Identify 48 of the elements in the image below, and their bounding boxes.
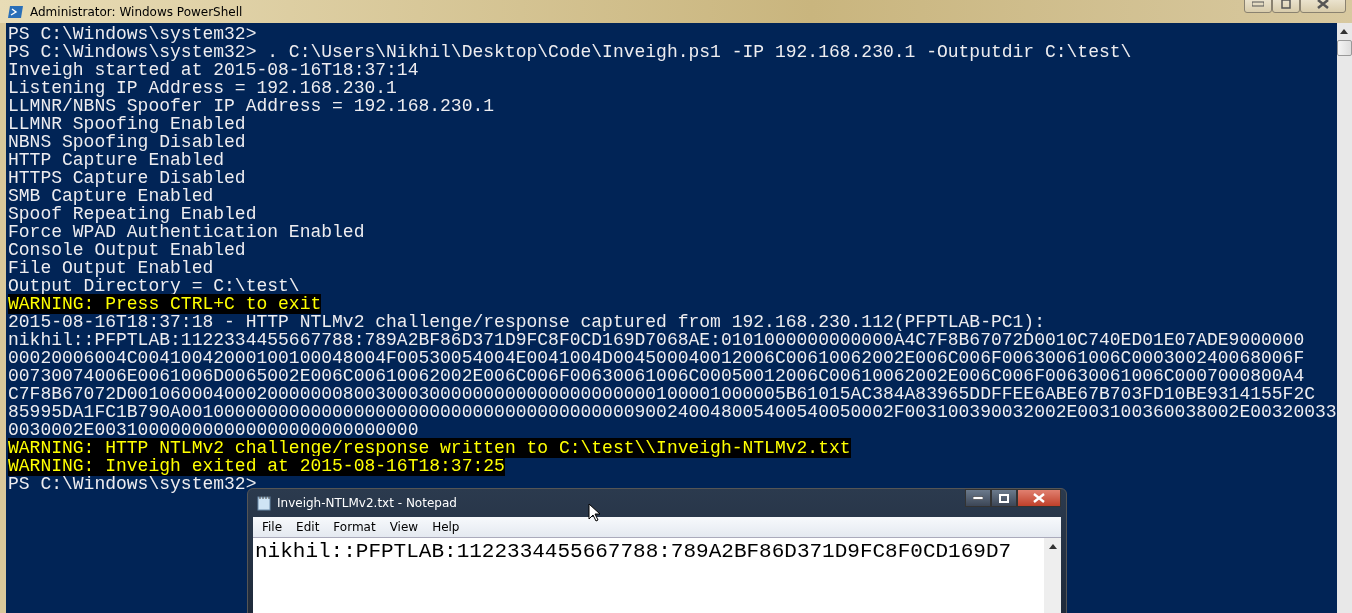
scroll-up-icon[interactable] (1048, 544, 1057, 549)
menu-item[interactable]: View (382, 520, 426, 534)
notepad-icon (257, 495, 271, 511)
console-line: Spoof Repeating Enabled (8, 204, 257, 224)
console-line: 0030002E003100000000000000000000000000 (8, 420, 419, 440)
console-line: 2015-08-16T18:37:18 - HTTP NTLMv2 challenge/response captured from 192.168.230.112(PFPTLAB-PC1): (8, 312, 1045, 332)
console-line: Force WPAD Authentication Enabled (8, 222, 365, 242)
scroll-thumb[interactable] (1336, 40, 1352, 56)
console-line: NBNS Spoofing Disabled (8, 132, 246, 152)
console-line: Inveigh started at 2015-08-16T18:37:14 (8, 60, 419, 80)
console-line: SMB Capture Enabled (8, 186, 214, 206)
console-line: Console Output Enabled (8, 240, 246, 260)
console-line: Listening IP Address = 192.168.230.1 (8, 78, 397, 98)
console-line: C7F8B67072D0010600040002000000080030003000000000000000000000100001000005B61015AC384A83965DDFFEE6ABE67B703FD10BE9314155F2C (8, 384, 1315, 404)
window-title: Administrator: Windows PowerShell (30, 4, 243, 19)
console-line: PS C:\Windows\system32> (8, 24, 257, 44)
mouse-cursor-icon (588, 503, 600, 522)
console-line: nikhil::PFPTLAB:1122334455667788:789A2BF86D371D9FC8F0CD169D7068AE:0101000000000000A4C7F8B67072D0010C740ED01E07ADE9000000 (8, 330, 1305, 350)
console-line: LLMNR Spoofing Enabled (8, 114, 246, 134)
console-line: 00730074006E0061006D0065002E006C00610062002E006C006F00630061006C00050012006C00610062002E006C006F00630061006C0007000800A4 (8, 366, 1305, 386)
window-title: Inveigh-NTLMv2.txt - Notepad (277, 496, 457, 510)
console-line: HTTPS Capture Disabled (8, 168, 246, 188)
console-line: HTTP Capture Enabled (8, 150, 225, 170)
console-line: Output Directory = C:\test\ (8, 276, 300, 296)
minimize-icon (1252, 0, 1264, 7)
maximize-button[interactable] (991, 489, 1017, 507)
powershell-icon (8, 3, 24, 20)
minimize-icon (973, 496, 983, 500)
menu-item[interactable]: Help (425, 520, 467, 534)
console-line: PS C:\Windows\system32> (8, 474, 257, 494)
console-line: File Output Enabled (8, 258, 214, 278)
console-line: LLMNR/NBNS Spoofer IP Address = 192.168.230.1 (8, 96, 495, 116)
close-icon (1317, 0, 1329, 9)
console-line: 85995DA1FC1B790A001000000000000000000000000000000000000000900240048005400540050002F003100390032002E003100360038002E00320033 (8, 402, 1337, 422)
scroll-up-icon[interactable] (1340, 29, 1349, 34)
close-button[interactable] (1017, 489, 1061, 507)
minimize-button[interactable] (965, 489, 991, 507)
scrollbar[interactable] (1044, 538, 1061, 613)
menu-item[interactable]: File (255, 520, 290, 534)
maximize-icon (1281, 0, 1291, 9)
menu-item[interactable]: Format (326, 520, 383, 534)
scrollbar[interactable] (1336, 23, 1352, 613)
console-line: PS C:\Windows\system32> . C:\Users\Nikhil\Desktop\Code\Inveigh.ps1 -IP 192.168.230.1 -Outputdir C:\test\ (8, 42, 1132, 62)
text-area[interactable]: nikhil::PFPTLAB:1122334455667788:789A2BF86D371D9FC8F0CD169D7 (253, 538, 1044, 613)
console-line: 00020006004C00410042000100100048004F00530054004E0041004D004500040012006C00610062002E006C006F00630061006C000300240068006F (8, 348, 1305, 368)
menu-item[interactable]: Edit (289, 520, 327, 534)
maximize-icon (999, 493, 1009, 503)
close-icon (1033, 493, 1045, 503)
